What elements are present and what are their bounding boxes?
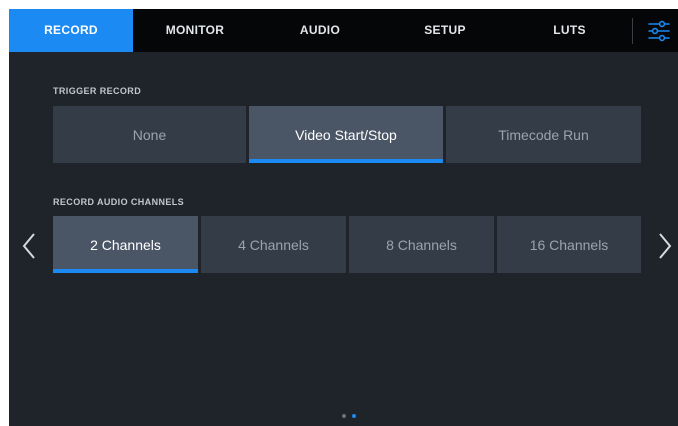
page-dot xyxy=(342,414,346,418)
option-label: 8 Channels xyxy=(386,236,457,253)
page-dot-active xyxy=(352,414,356,418)
option-label: 4 Channels xyxy=(238,236,309,253)
channels-option-2[interactable]: 2 Channels xyxy=(53,216,198,273)
trigger-record-label: TRIGGER RECORD xyxy=(53,86,142,96)
tab-luts[interactable]: LUTS xyxy=(507,9,632,52)
trigger-option-video-start-stop[interactable]: Video Start/Stop xyxy=(249,106,443,163)
tab-record[interactable]: RECORD xyxy=(9,9,133,52)
chevron-right-icon[interactable] xyxy=(652,226,676,266)
tab-audio[interactable]: AUDIO xyxy=(257,9,383,52)
selected-indicator xyxy=(53,269,198,273)
channels-option-16[interactable]: 16 Channels xyxy=(497,216,641,273)
option-label: 16 Channels xyxy=(529,236,609,253)
tab-divider xyxy=(632,18,633,44)
tab-bar: RECORD MONITOR AUDIO SETUP LUTS xyxy=(9,9,678,52)
channels-option-8[interactable]: 8 Channels xyxy=(349,216,494,273)
option-label: 2 Channels xyxy=(90,236,161,253)
sliders-icon[interactable] xyxy=(646,18,672,44)
option-label: Timecode Run xyxy=(498,126,589,143)
option-label: None xyxy=(132,126,167,143)
tab-monitor[interactable]: MONITOR xyxy=(133,9,257,52)
tab-setup[interactable]: SETUP xyxy=(383,9,507,52)
option-label: Video Start/Stop xyxy=(295,126,397,143)
channels-option-4[interactable]: 4 Channels xyxy=(201,216,346,273)
record-audio-channels-label: RECORD AUDIO CHANNELS xyxy=(53,197,185,207)
record-settings-screen: RECORD MONITOR AUDIO SETUP LUTS TRIGGER … xyxy=(9,9,678,426)
trigger-option-none[interactable]: None xyxy=(53,106,246,163)
chevron-left-icon[interactable] xyxy=(18,226,42,266)
selected-indicator xyxy=(249,159,443,163)
trigger-option-timecode-run[interactable]: Timecode Run xyxy=(446,106,641,163)
